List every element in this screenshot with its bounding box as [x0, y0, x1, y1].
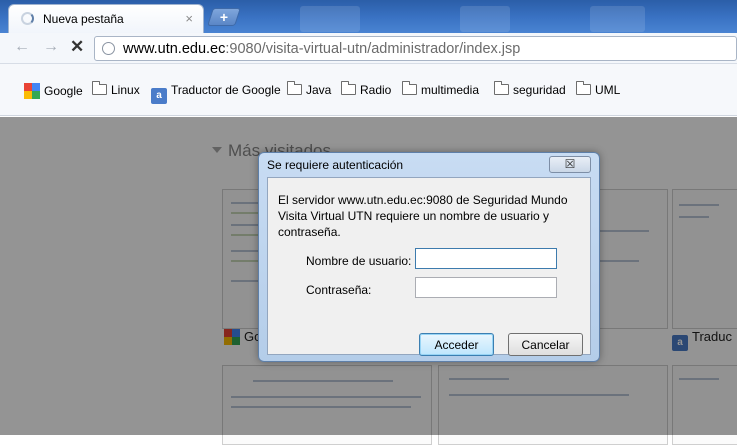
new-tab-button[interactable]: +: [207, 8, 241, 26]
folder-icon: [575, 81, 591, 95]
url-host: www.utn.edu.ec: [123, 41, 226, 57]
bookmark-label: multimedia: [421, 83, 480, 97]
dialog-close-button[interactable]: ☒: [549, 156, 591, 173]
address-bar[interactable]: www.utn.edu.ec:9080/visita-virtual-utn/a…: [94, 36, 737, 61]
username-label: Nombre de usuario:: [306, 254, 412, 268]
bookmark-label: seguridad: [513, 83, 566, 97]
tab-new-tab[interactable]: Nueva pestaña ×: [8, 4, 204, 33]
forward-arrow-icon[interactable]: →: [43, 38, 59, 56]
tab-title: Nueva pestaña: [43, 12, 124, 26]
bookmark-multimedia[interactable]: multimedia: [401, 81, 480, 97]
globe-icon: [102, 42, 115, 55]
bookmark-traductor[interactable]: a Traductor de Google: [151, 83, 281, 104]
tab-close-icon[interactable]: ×: [185, 11, 193, 26]
titlebar-glow: [590, 6, 645, 32]
back-arrow-icon[interactable]: ←: [14, 38, 30, 56]
folder-icon: [91, 81, 107, 95]
dialog-title: Se requiere autenticación: [267, 158, 404, 172]
folder-icon: [340, 81, 356, 95]
titlebar-glow: [300, 6, 360, 32]
bookmark-label: Google: [44, 84, 83, 98]
password-field[interactable]: [415, 277, 557, 298]
folder-icon: [493, 81, 509, 95]
cancel-button[interactable]: Cancelar: [508, 333, 583, 356]
bookmark-uml[interactable]: UML: [575, 81, 621, 97]
bookmark-label: UML: [595, 83, 621, 97]
url-text: www.utn.edu.ec:9080/visita-virtual-utn/a…: [123, 41, 520, 57]
bookmark-java[interactable]: Java: [286, 81, 332, 97]
bookmark-label: Linux: [111, 83, 140, 97]
dialog-body: El servidor www.utn.edu.ec:9080 de Segur…: [267, 177, 591, 356]
plus-icon: +: [219, 9, 229, 25]
bookmarks-bar: Google Linux a Traductor de Google Java R…: [0, 64, 737, 116]
titlebar-glow: [460, 6, 510, 32]
folder-icon: [286, 81, 302, 95]
bookmark-label: Java: [306, 83, 332, 97]
toolbar: ← → ✕ www.utn.edu.ec:9080/visita-virtual…: [0, 33, 737, 64]
translate-icon: a: [151, 88, 167, 104]
bookmark-linux[interactable]: Linux: [91, 81, 140, 97]
stop-icon[interactable]: ✕: [70, 37, 84, 57]
password-label: Contraseña:: [306, 283, 372, 297]
url-path: :9080/visita-virtual-utn/administrador/i…: [225, 41, 521, 57]
tab-strip: Nueva pestaña × +: [0, 0, 737, 33]
loading-spinner-icon: [21, 12, 34, 25]
auth-dialog: Se requiere autenticación ☒ El servidor …: [258, 152, 600, 362]
auth-message: El servidor www.utn.edu.ec:9080 de Segur…: [278, 193, 568, 239]
login-button[interactable]: Acceder: [419, 333, 494, 356]
bookmark-google[interactable]: Google: [24, 83, 83, 99]
close-icon: ☒: [564, 157, 576, 171]
folder-icon: [401, 81, 417, 95]
bookmark-radio[interactable]: Radio: [340, 81, 392, 97]
bookmark-seguridad[interactable]: seguridad: [493, 81, 566, 97]
bookmark-label: Radio: [360, 83, 392, 97]
google-icon: [24, 83, 40, 99]
bookmark-label: Traductor de Google: [171, 83, 281, 97]
username-field[interactable]: [415, 248, 557, 269]
